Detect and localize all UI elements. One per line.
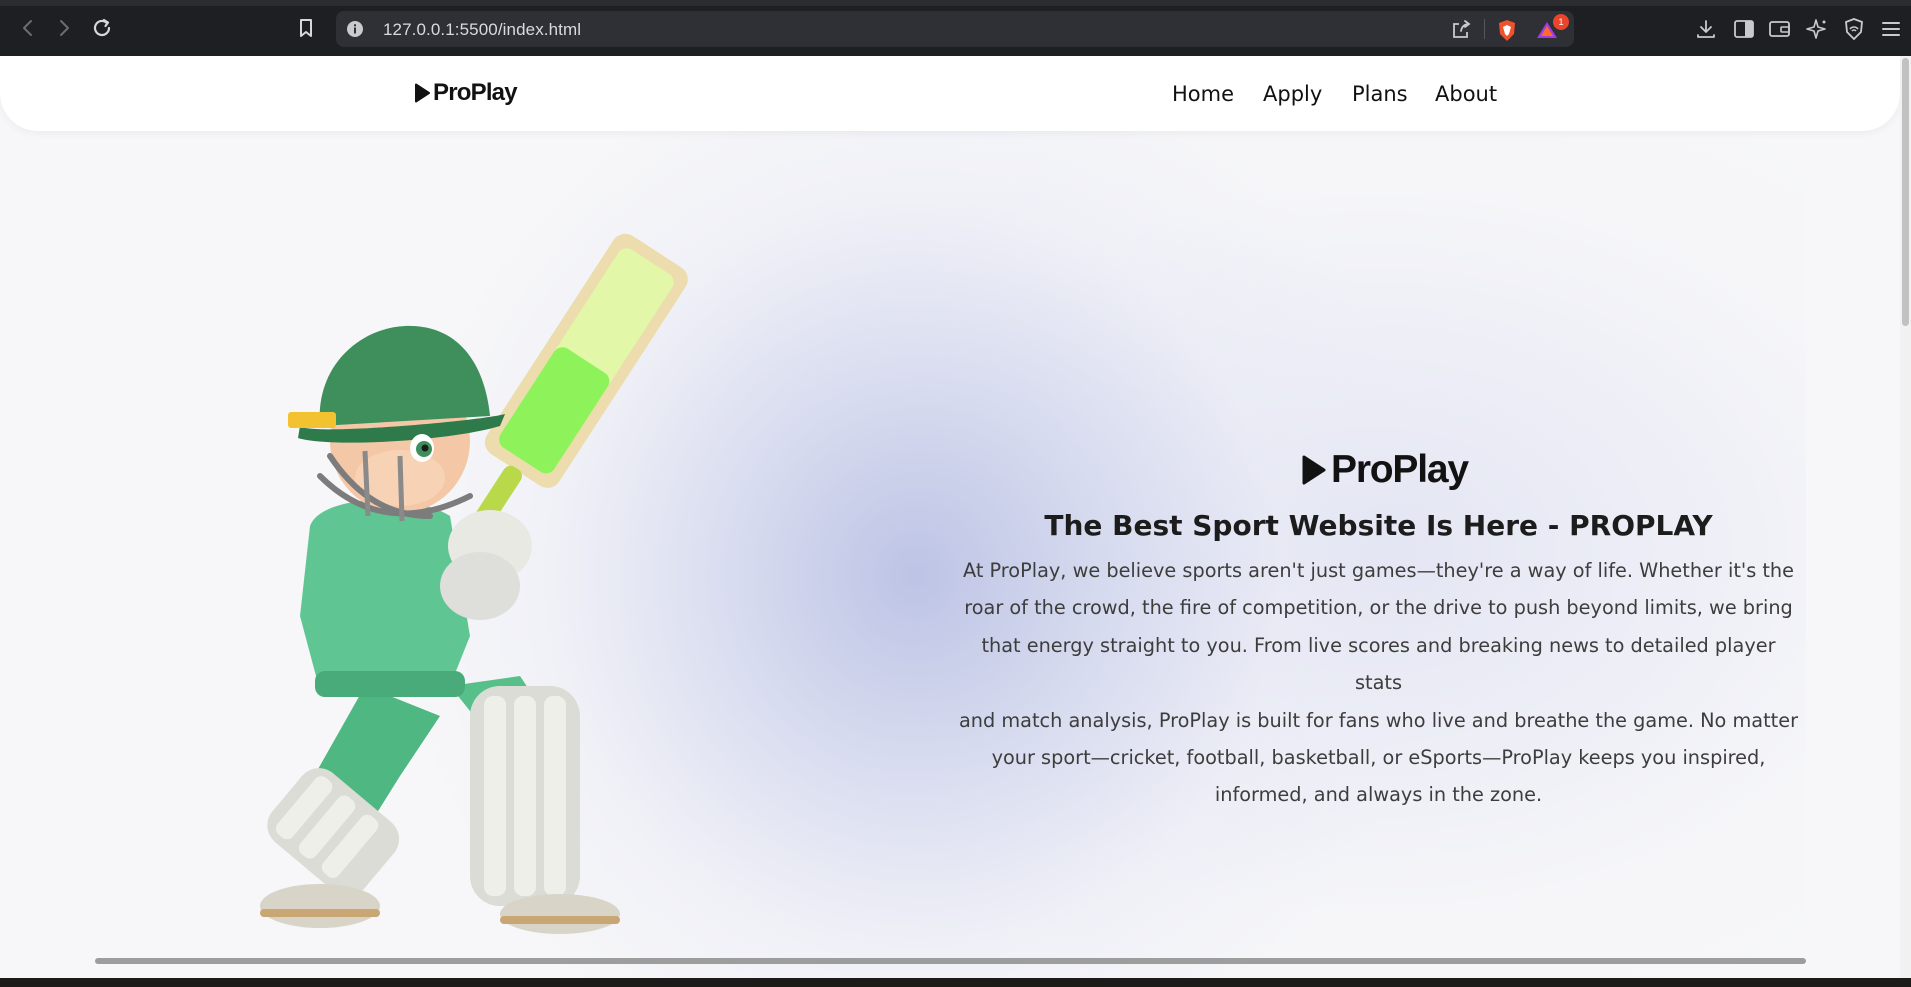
os-taskbar xyxy=(0,978,1911,987)
hero-description-line: At ProPlay, we believe sports aren't jus… xyxy=(962,559,1795,582)
vpn-icon[interactable] xyxy=(1842,17,1866,41)
hero-description-line: and match analysis, ProPlay is built for… xyxy=(958,708,1798,732)
site-info-icon[interactable] xyxy=(346,20,364,42)
logo-text: ProPlay xyxy=(433,79,518,106)
site-header: ProPlay Home Apply Plans About xyxy=(0,56,1900,131)
notification-badge: 1 xyxy=(1553,14,1569,30)
vertical-scrollbar[interactable] xyxy=(1900,56,1911,978)
scrollbar-thumb[interactable] xyxy=(1902,58,1909,326)
download-icon[interactable] xyxy=(1694,17,1718,41)
divider xyxy=(1484,19,1485,39)
url-text[interactable]: 127.0.0.1:5500/index.html xyxy=(383,20,581,40)
header-logo[interactable]: ProPlay xyxy=(414,79,518,107)
nav-apply[interactable]: Apply xyxy=(1263,82,1322,106)
play-logo-icon xyxy=(415,83,430,103)
hero-description: At ProPlay, we believe sports aren't jus… xyxy=(955,552,1802,814)
brave-shields-icon[interactable] xyxy=(1496,19,1518,47)
hero-description-line: that energy straight to you. From live s… xyxy=(981,633,1776,695)
cricket-batsman-illustration xyxy=(260,233,688,934)
wallet-icon[interactable] xyxy=(1768,17,1792,41)
forward-icon[interactable] xyxy=(50,14,78,42)
browser-toolbar: 127.0.0.1:5500/index.html 1 xyxy=(0,0,1911,56)
back-icon[interactable] xyxy=(14,14,42,42)
nav-home[interactable]: Home xyxy=(1172,82,1234,106)
nav-plans[interactable]: Plans xyxy=(1352,82,1408,106)
tab-strip xyxy=(0,0,1911,6)
page-viewport: ProPlay Home Apply Plans About ProPlay T… xyxy=(0,56,1900,978)
play-logo-icon xyxy=(1302,455,1326,485)
hero-logo: ProPlay xyxy=(1301,448,1469,492)
hero-logo-text: ProPlay xyxy=(1331,448,1469,491)
hero-description-line: roar of the crowd, the fire of competiti… xyxy=(964,596,1793,620)
share-icon[interactable] xyxy=(1450,19,1472,45)
hero-description-line: your sport—cricket, football, basketball… xyxy=(991,746,1766,770)
sidebar-icon[interactable] xyxy=(1732,17,1756,41)
reload-icon[interactable] xyxy=(88,14,116,42)
leo-ai-icon[interactable] xyxy=(1805,17,1829,41)
address-bar[interactable]: 127.0.0.1:5500/index.html xyxy=(336,11,1574,47)
bookmark-icon[interactable] xyxy=(292,14,320,42)
hero-description-line: informed, and always in the zone. xyxy=(1214,783,1543,807)
hero-title: The Best Sport Website Is Here - PROPLAY xyxy=(1044,509,1713,542)
horizontal-scrollbar[interactable] xyxy=(95,958,1806,964)
menu-icon[interactable] xyxy=(1879,17,1903,41)
nav-about[interactable]: About xyxy=(1435,82,1497,106)
